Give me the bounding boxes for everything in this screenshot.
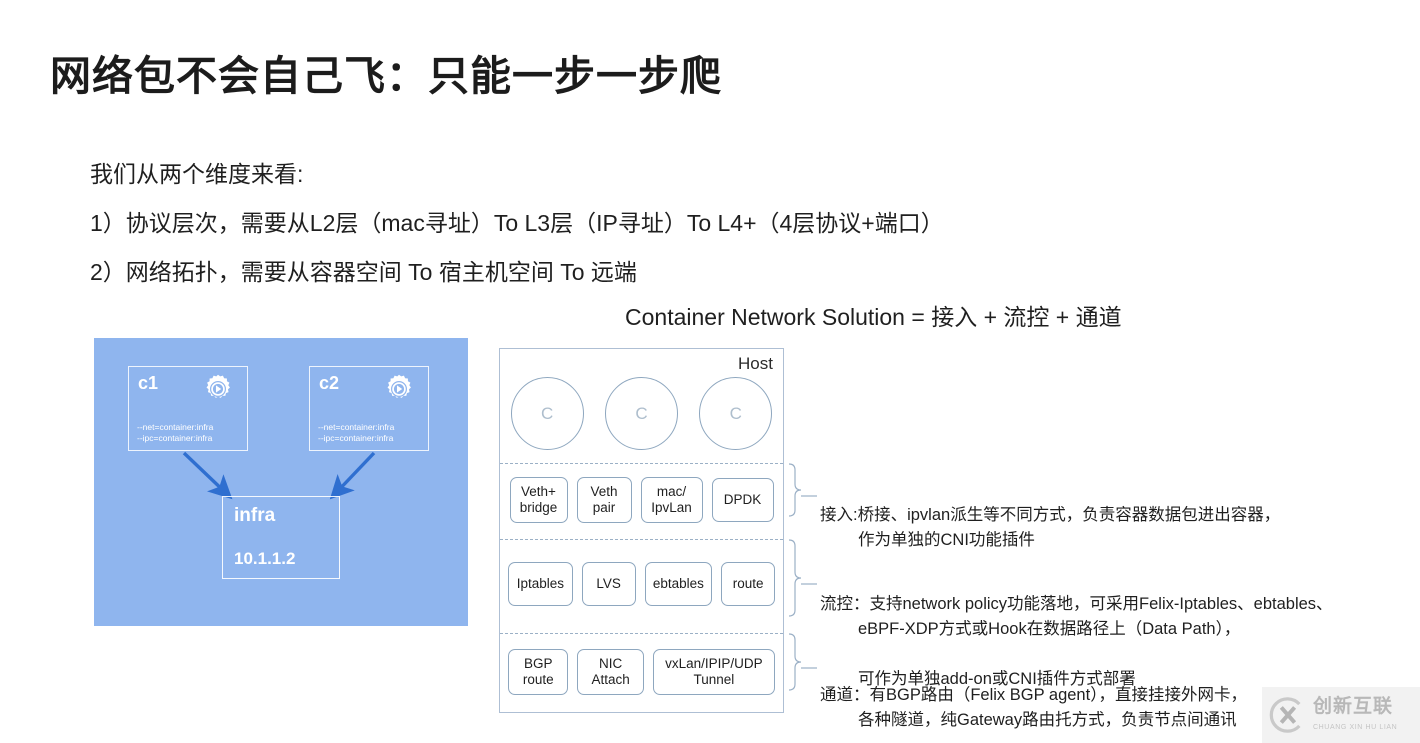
host-diagram: Host C C C Veth+ bridge Veth pair mac/ I… xyxy=(499,348,784,713)
container-circle: C xyxy=(604,377,678,450)
chip-nic-attach[interactable]: NIC Attach xyxy=(577,649,644,695)
intro-line-1: 1）协议层次，需要从L2层（mac寻址）To L3层（IP寻址）To L4+（4… xyxy=(90,210,944,236)
container-label-c1: c1 xyxy=(138,373,159,393)
flag-ipc-c1: --ipc=container:infra xyxy=(137,433,213,443)
host-row-access: Veth+ bridge Veth pair mac/ IpvLan DPDK xyxy=(500,463,783,539)
channel-chip-row: BGP route NIC Attach vxLan/IPIP/UDP Tunn… xyxy=(500,649,783,695)
container-circle: C xyxy=(510,377,584,450)
watermark: 创新互联 CHUANG XIN HU LIAN xyxy=(1262,687,1420,743)
chip-iptables[interactable]: Iptables xyxy=(508,562,573,606)
chip-veth-bridge[interactable]: Veth+ bridge xyxy=(509,477,568,523)
annotation-policy-line2: eBPF-XDP方式或Hook在数据路径上（Data Path）， xyxy=(858,620,1241,638)
chip-route[interactable]: route xyxy=(721,562,775,606)
annotation-access-line2: 作为单独的CNI功能插件 xyxy=(858,531,1035,549)
policy-chip-row: Iptables LVS ebtables route xyxy=(500,562,783,606)
flag-ipc-c2: --ipc=container:infra xyxy=(318,433,394,443)
container-box-c1: c1 --net=container:infra --ipc=container… xyxy=(128,366,248,451)
container-label-c2: c2 xyxy=(319,373,340,393)
annotation-policy-line1: 流控：支持network policy功能落地，可采用Felix-Iptable… xyxy=(820,595,1333,613)
container-circles: C C C xyxy=(500,377,783,450)
annotation-access-line1: 接入:桥接、ipvlan派生等不同方式，负责容器数据包进出容器， xyxy=(820,506,1281,524)
access-chip-row: Veth+ bridge Veth pair mac/ IpvLan DPDK xyxy=(500,477,783,523)
infra-ip-address: 10.1.1.2 xyxy=(234,549,296,568)
infra-label: infra xyxy=(234,505,276,526)
watermark-en: CHUANG XIN HU LIAN xyxy=(1313,723,1398,731)
annotation-access: 接入:桥接、ipvlan派生等不同方式，负责容器数据包进出容器， 作为单独的CN… xyxy=(820,478,1280,578)
chip-lvs[interactable]: LVS xyxy=(581,562,636,606)
container-flags-c2: --net=container:infra --ipc=container:in… xyxy=(318,422,394,444)
watermark-text: 创新互联 CHUANG XIN HU LIAN xyxy=(1313,695,1398,734)
circled-x-logo-icon xyxy=(1268,696,1306,734)
gear-play-icon xyxy=(382,372,416,406)
host-row-channel: BGP route NIC Attach vxLan/IPIP/UDP Tunn… xyxy=(500,633,783,712)
intro-line-0: 我们从两个维度来看: xyxy=(90,161,304,187)
chip-bgp-route[interactable]: BGP route xyxy=(508,649,569,695)
gear-play-icon xyxy=(201,372,235,406)
host-row-policy: Iptables LVS ebtables route xyxy=(500,539,783,633)
intro-block: 我们从两个维度来看: 1）协议层次，需要从L2层（mac寻址）To L3层（IP… xyxy=(90,150,1270,297)
annotation-channel-line1: 通道：有BGP路由（Felix BGP agent），直接挂接外网卡， xyxy=(820,686,1247,704)
page-title: 网络包不会自己飞：只能一步一步爬 xyxy=(50,53,722,99)
formula-text: Container Network Solution = 接入 + 流控 + 通… xyxy=(625,304,1122,330)
chip-ebtables[interactable]: ebtables xyxy=(644,562,713,606)
annotation-channel-line2: 各种隧道，纯Gateway路由托方式，负责节点间通讯 xyxy=(858,711,1237,729)
container-flags-c1: --net=container:infra --ipc=container:in… xyxy=(137,422,213,444)
slide-canvas: 网络包不会自己飞：只能一步一步爬 我们从两个维度来看: 1）协议层次，需要从L2… xyxy=(0,0,1420,743)
watermark-cn: 创新互联 xyxy=(1313,695,1394,717)
chip-veth-pair[interactable]: Veth pair xyxy=(576,477,632,523)
chip-mac-ipvlan[interactable]: mac/ IpvLan xyxy=(640,477,703,523)
chip-dpdk[interactable]: DPDK xyxy=(711,478,774,522)
flag-net-c2: --net=container:infra xyxy=(318,422,395,432)
chip-vxlan-tunnel[interactable]: vxLan/IPIP/UDP Tunnel xyxy=(652,649,775,695)
flag-net-c1: --net=container:infra xyxy=(137,422,214,432)
host-row-containers: C C C xyxy=(500,349,783,463)
container-box-c2: c2 --net=container:infra --ipc=container… xyxy=(309,366,429,451)
container-circle: C xyxy=(699,377,773,450)
container-namespace-diagram: c1 --net=container:infra --ipc=container… xyxy=(94,338,468,626)
intro-line-2: 2）网络拓扑，需要从容器空间 To 宿主机空间 To 远端 xyxy=(90,259,637,285)
infra-container-box: infra 10.1.1.2 xyxy=(222,496,340,579)
annotation-channel: 通道：有BGP路由（Felix BGP agent），直接挂接外网卡， 各种隧道… xyxy=(820,658,1247,743)
